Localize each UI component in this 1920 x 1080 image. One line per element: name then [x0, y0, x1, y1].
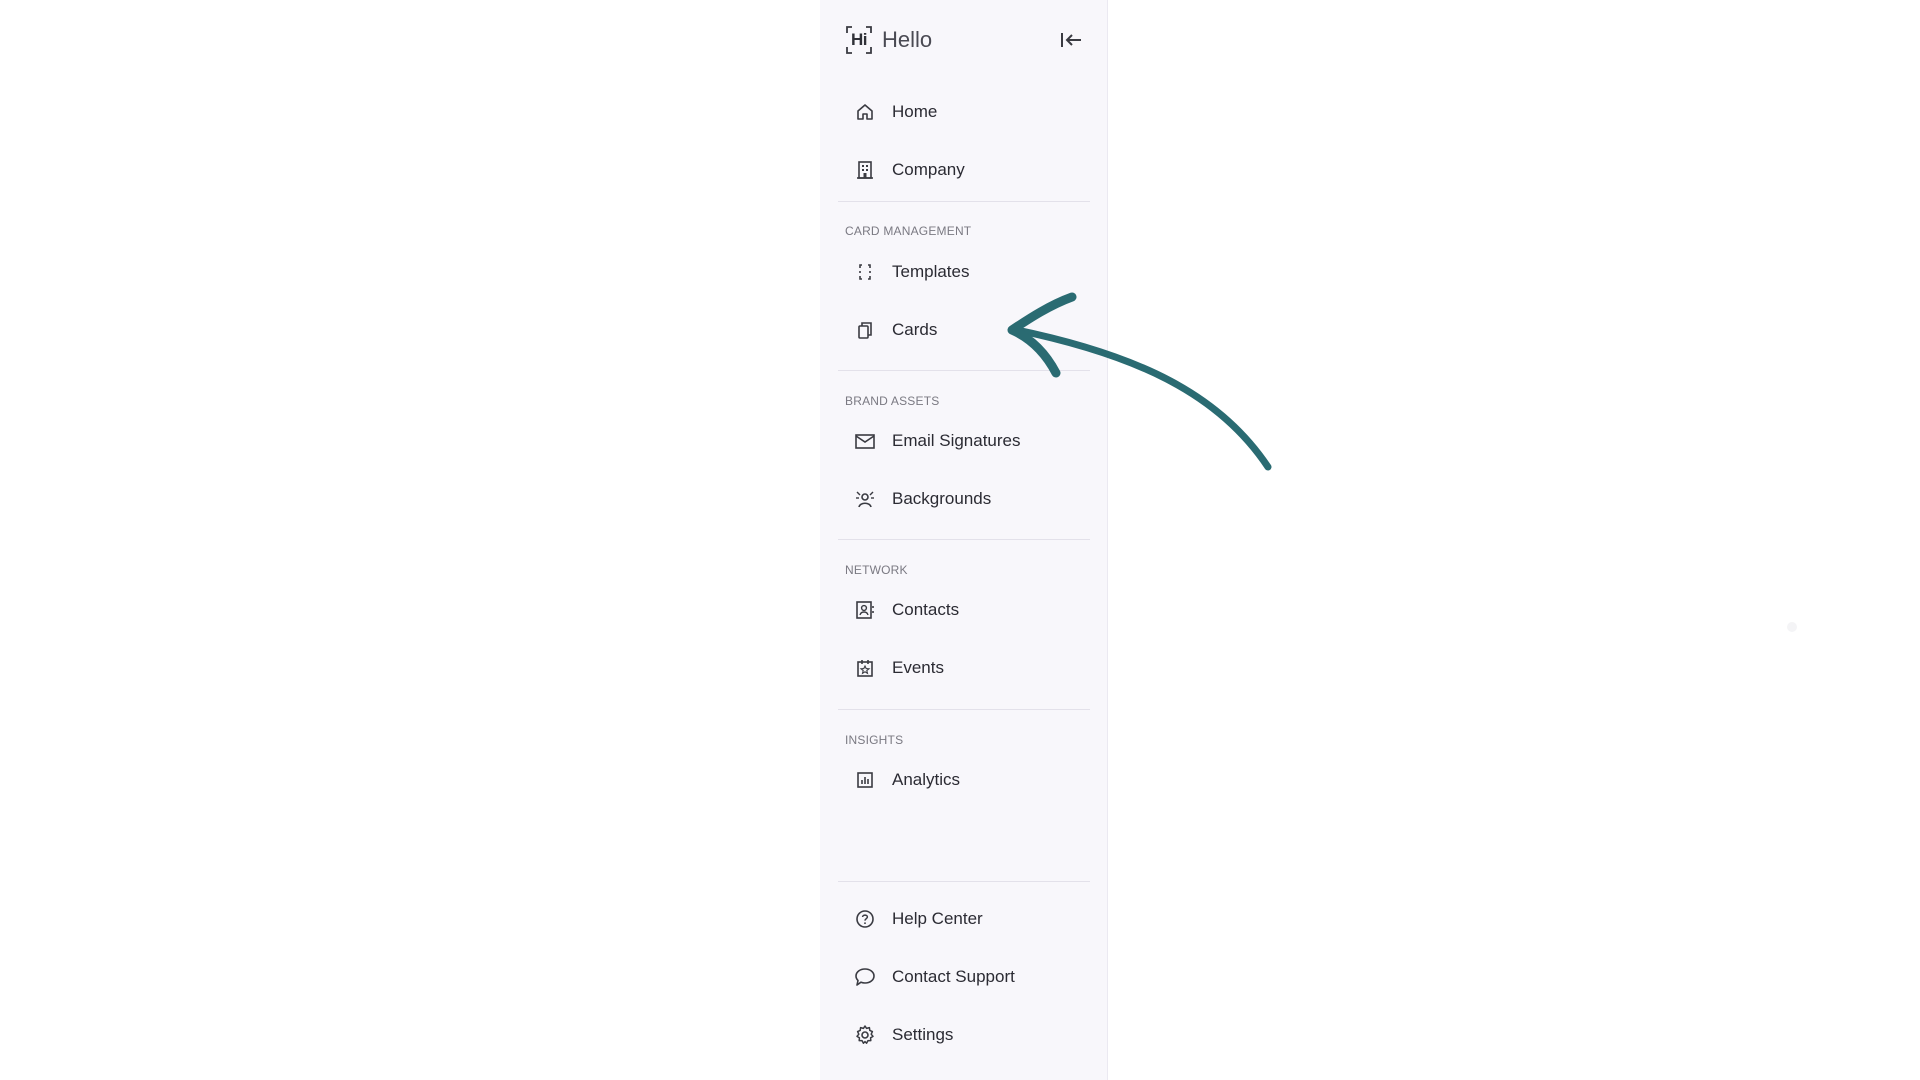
- building-icon: [854, 159, 876, 181]
- background-person-icon: [854, 488, 876, 510]
- collapse-sidebar-button[interactable]: [1056, 26, 1086, 54]
- nav-item-analytics[interactable]: Analytics: [854, 760, 1084, 800]
- nav-label-events: Events: [892, 658, 944, 677]
- sidebar: Hi Hello Home Company CARD MANAGEMENT Te…: [820, 0, 1108, 1080]
- nav-label-company: Company: [892, 160, 965, 179]
- nav-item-cards[interactable]: Cards: [854, 310, 1084, 350]
- section-title-card-management: CARD MANAGEMENT: [845, 224, 972, 238]
- nav-item-help-center[interactable]: Help Center: [854, 899, 1084, 939]
- nav-item-contacts[interactable]: Contacts: [854, 590, 1084, 630]
- nav-label-contacts: Contacts: [892, 600, 960, 619]
- screen: Hi Hello Home Company CARD MANAGEMENT Te…: [0, 0, 1920, 1080]
- bar-chart-icon: [854, 769, 876, 791]
- nav-item-settings[interactable]: Settings: [854, 1015, 1084, 1055]
- nav-item-templates[interactable]: Templates: [854, 252, 1084, 292]
- nav-label-email-signatures: Email Signatures: [892, 431, 1021, 450]
- nav-item-email-signatures[interactable]: Email Signatures: [854, 421, 1084, 461]
- nav-label-contact-support: Contact Support: [892, 967, 1015, 986]
- nav-label-backgrounds: Backgrounds: [892, 489, 992, 508]
- divider: [838, 539, 1090, 540]
- home-icon: [854, 101, 876, 123]
- nav-item-contact-support[interactable]: Contact Support: [854, 957, 1084, 997]
- nav-label-home: Home: [892, 102, 938, 121]
- section-title-network: NETWORK: [845, 563, 908, 577]
- nav-label-templates: Templates: [892, 262, 970, 281]
- contact-book-icon: [854, 599, 876, 621]
- nav-label-analytics: Analytics: [892, 770, 961, 789]
- nav-item-events[interactable]: Events: [854, 648, 1084, 688]
- brand-mark-text: Hi: [851, 30, 868, 49]
- collapse-left-icon: [1061, 33, 1081, 47]
- chat-bubble-icon: [854, 966, 876, 988]
- help-circle-icon: [854, 908, 876, 930]
- nav-label-cards: Cards: [892, 320, 938, 339]
- nav-label-help-center: Help Center: [892, 909, 983, 928]
- cards-icon: [854, 319, 876, 341]
- hi-logo-icon: Hi: [844, 25, 874, 55]
- nav-item-backgrounds[interactable]: Backgrounds: [854, 479, 1084, 519]
- brand-name: Hello: [882, 27, 933, 52]
- gear-icon: [854, 1024, 876, 1046]
- section-title-insights: INSIGHTS: [845, 733, 904, 747]
- dashed-frame-icon: [854, 261, 876, 283]
- mail-icon: [854, 430, 876, 452]
- faint-dot: [1787, 622, 1797, 632]
- nav-label-settings: Settings: [892, 1025, 954, 1044]
- divider: [838, 201, 1090, 202]
- divider: [838, 881, 1090, 882]
- calendar-star-icon: [854, 657, 876, 679]
- divider: [838, 709, 1090, 710]
- nav-item-company[interactable]: Company: [854, 150, 1084, 190]
- section-title-brand-assets: BRAND ASSETS: [845, 394, 940, 408]
- nav-item-home[interactable]: Home: [854, 92, 1084, 132]
- divider: [838, 370, 1090, 371]
- brand-logo[interactable]: Hi Hello: [844, 22, 932, 58]
